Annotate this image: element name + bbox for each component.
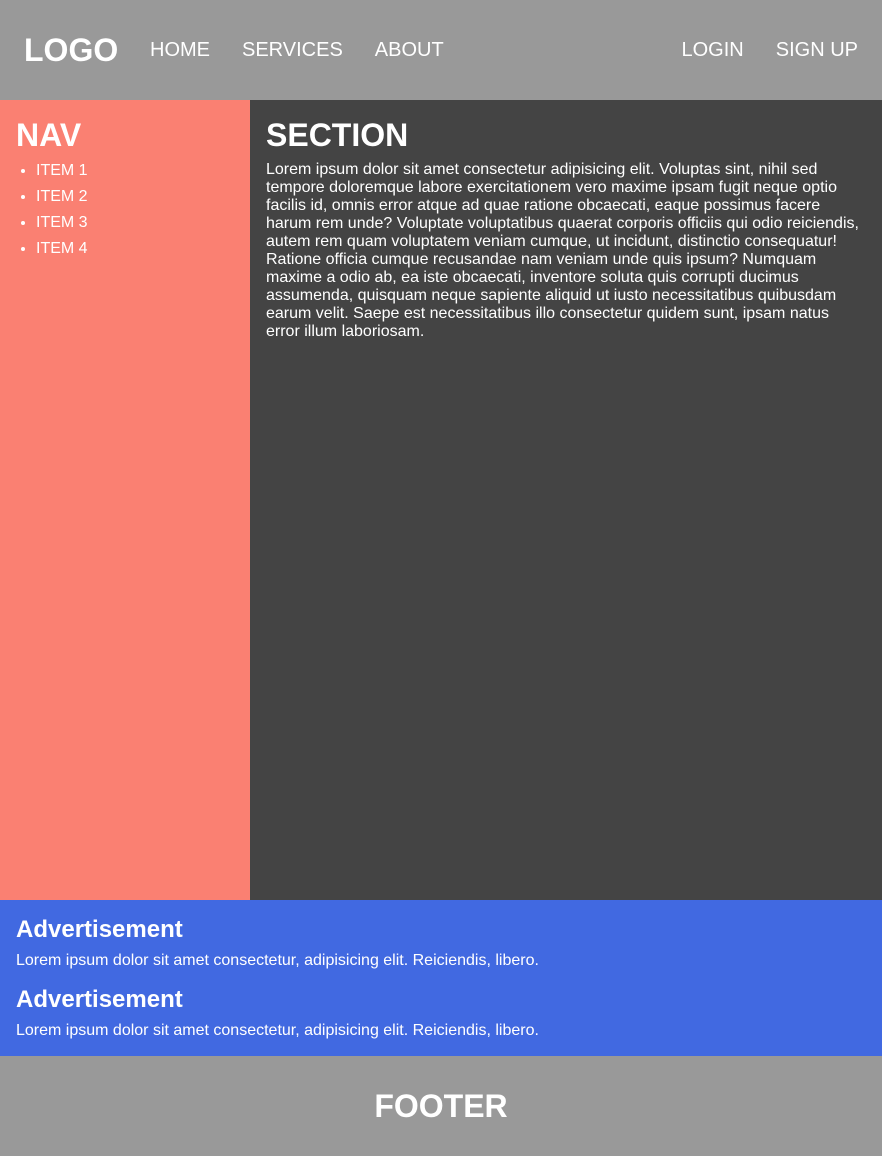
sidebar-nav: NAV ITEM 1 ITEM 2 ITEM 3 ITEM 4 [0,100,250,900]
sidebar-title: NAV [16,117,82,153]
logo[interactable]: LOGO [24,30,118,70]
nav-link-about[interactable]: ABOUT [375,37,444,63]
advertisement-text: Lorem ipsum dolor sit amet consectetur, … [16,1022,539,1039]
sidebar-item-2[interactable]: ITEM 2 [36,184,88,210]
nav-link-home[interactable]: HOME [150,37,210,63]
advertisement-text: Lorem ipsum dolor sit amet consectetur, … [16,952,539,969]
advertisement-1: Advertisement Lorem ipsum dolor sit amet… [16,915,866,971]
signup-link[interactable]: SIGN UP [776,37,858,63]
footer-title: FOOTER [374,1088,508,1124]
advertisement-title: Advertisement [16,916,183,943]
advertisements: Advertisement Lorem ipsum dolor sit amet… [0,900,882,1056]
sidebar-item-3[interactable]: ITEM 3 [36,210,88,236]
site-header: LOGO HOME SERVICES ABOUT LOGIN SIGN UP [0,0,882,100]
login-link[interactable]: LOGIN [682,37,744,63]
advertisement-2: Advertisement Lorem ipsum dolor sit amet… [16,985,866,1041]
sidebar-list: ITEM 1 ITEM 2 ITEM 3 ITEM 4 [16,158,88,262]
primary-nav: HOME SERVICES ABOUT [150,37,476,63]
section-title: SECTION [266,117,409,153]
main-section: SECTION Lorem ipsum dolor sit amet conse… [250,100,882,900]
sidebar-item-4[interactable]: ITEM 4 [36,236,88,262]
nav-link-services[interactable]: SERVICES [242,37,343,63]
site-footer: FOOTER [0,1056,882,1156]
sidebar-item-1[interactable]: ITEM 1 [36,158,88,184]
section-body: Lorem ipsum dolor sit amet consectetur a… [266,161,859,340]
account-nav: LOGIN SIGN UP [650,37,859,63]
advertisement-title: Advertisement [16,986,183,1013]
